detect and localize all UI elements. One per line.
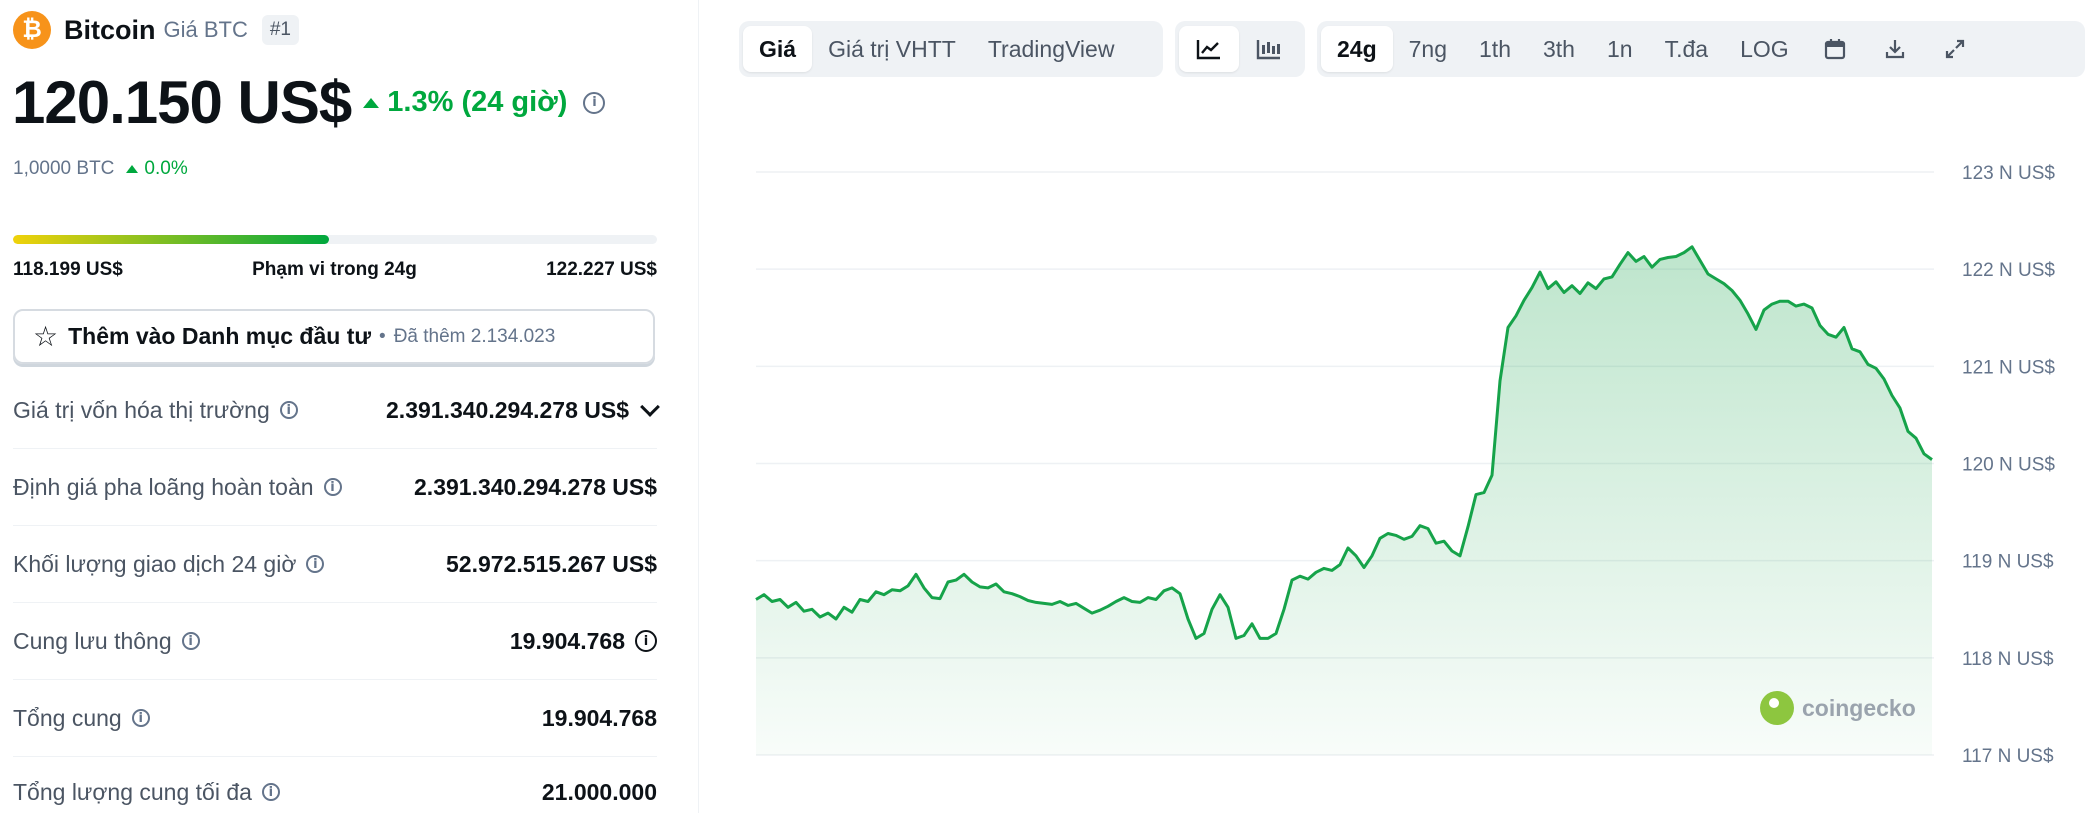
info-icon[interactable]: i xyxy=(279,401,298,419)
coin-subtitle: Giá BTC xyxy=(163,17,248,42)
coin-header: ₿ Bitcoin Giá BTC #1 xyxy=(13,11,299,49)
info-icon[interactable]: i xyxy=(306,555,325,573)
btc-change: 0.0% xyxy=(126,158,188,180)
stat-value: 19.904.768 xyxy=(541,704,657,731)
caret-up-icon xyxy=(363,97,380,108)
y-axis-ticks: 123 N US$ 122 N US$ 121 N US$ 120 N US$ 119 … xyxy=(1962,163,2055,767)
btc-amount: 1,0000 BTC xyxy=(13,158,115,179)
range-high: 122.227 US$ xyxy=(546,259,657,280)
stat-value: 52.972.515.267 US$ xyxy=(445,550,657,577)
price-row: 120.150 US$ 1.3% (24 giờ) i xyxy=(12,68,606,137)
watermark-text: coingecko xyxy=(1802,694,1916,721)
star-icon: ☆ xyxy=(33,320,59,353)
stat-value: 2.391.340.294.278 US$ xyxy=(414,473,657,500)
info-icon[interactable]: i xyxy=(181,632,200,650)
coin-price: 120.150 US$ xyxy=(12,69,352,136)
y-tick-label: 118 N US$ xyxy=(1962,649,2054,670)
y-tick-label: 122 N US$ xyxy=(1962,260,2055,281)
info-icon[interactable]: i xyxy=(323,478,342,496)
chart-panel: Giá Giá trị VHTT TradingView 24g 7ng 1th… xyxy=(699,0,2087,813)
coingecko-logo-icon xyxy=(1760,691,1794,725)
btc-change-text: 0.0% xyxy=(144,158,188,179)
info-icon[interactable]: i xyxy=(131,709,150,727)
stat-value: 2.391.340.294.278 US$ xyxy=(386,396,629,423)
stat-label: Tổng cung xyxy=(13,704,122,731)
stat-row-market-cap[interactable]: Giá trị vốn hóa thị trường i 2.391.340.29… xyxy=(13,372,660,449)
caret-up-icon xyxy=(126,165,139,173)
stat-value: 19.904.768 xyxy=(509,627,625,654)
price-change-text: 1.3% (24 giờ) xyxy=(387,86,568,118)
stat-row-total-supply: Tổng cung i 19.904.768 xyxy=(13,680,657,757)
y-tick-label: 123 N US$ xyxy=(1962,163,2055,184)
price-change-24h: 1.3% (24 giờ) xyxy=(363,86,567,119)
stat-row-fdv: Định giá pha loãng hoàn toàn i 2.391.340.… xyxy=(13,449,657,526)
stat-row-max-supply: Tổng lượng cung tối đa i 21.000.000 xyxy=(13,757,657,827)
info-icon[interactable]: i xyxy=(583,91,606,114)
portfolio-added-count: Đã thêm 2.134.023 xyxy=(393,325,556,347)
btc-conversion: 1,0000 BTC 0.0% xyxy=(13,158,188,180)
y-tick-label: 119 N US$ xyxy=(1962,552,2054,573)
range-24h-fill xyxy=(13,235,329,244)
range-low: 118.199 US$ xyxy=(13,259,123,280)
stat-label: Định giá pha loãng hoàn toàn xyxy=(13,473,314,500)
chevron-down-icon[interactable] xyxy=(640,397,660,417)
coin-info-panel: ₿ Bitcoin Giá BTC #1 120.150 US$ 1.3% (2… xyxy=(0,0,698,813)
range-label: Phạm vi trong 24g xyxy=(252,259,417,280)
portfolio-label: Thêm vào Danh mục đầu tư xyxy=(68,323,372,349)
y-tick-label: 120 N US$ xyxy=(1962,455,2055,476)
coin-name: Bitcoin xyxy=(64,14,156,45)
portfolio-separator: • xyxy=(379,325,386,347)
rank-badge: #1 xyxy=(261,15,299,45)
y-tick-label: 121 N US$ xyxy=(1962,357,2055,378)
stat-label: Giá trị vốn hóa thị trường xyxy=(13,396,270,423)
stat-label: Tổng lượng cung tối đa xyxy=(13,778,252,805)
bitcoin-logo-icon: ₿ xyxy=(13,11,51,49)
add-to-portfolio-button[interactable]: ☆ Thêm vào Danh mục đầu tư • Đã thêm 2.1… xyxy=(13,309,655,364)
range-24h-bar xyxy=(13,235,657,244)
stat-label: Khối lượng giao dịch 24 giờ xyxy=(13,550,297,577)
price-area xyxy=(756,246,1932,756)
stat-row-circulating-supply: Cung lưu thông i 19.904.768 i xyxy=(13,603,657,680)
range-24h-labels: 118.199 US$ Phạm vi trong 24g 122.227 US… xyxy=(13,259,657,281)
info-icon[interactable]: i xyxy=(635,630,657,652)
info-icon[interactable]: i xyxy=(261,783,280,801)
stat-value: 21.000.000 xyxy=(541,778,657,805)
y-tick-label: 117 N US$ xyxy=(1962,746,2054,767)
stat-row-volume: Khối lượng giao dịch 24 giờ i 52.972.515.… xyxy=(13,526,657,603)
stat-label: Cung lưu thông xyxy=(13,627,172,654)
coingecko-watermark: coingecko xyxy=(1760,691,1916,725)
